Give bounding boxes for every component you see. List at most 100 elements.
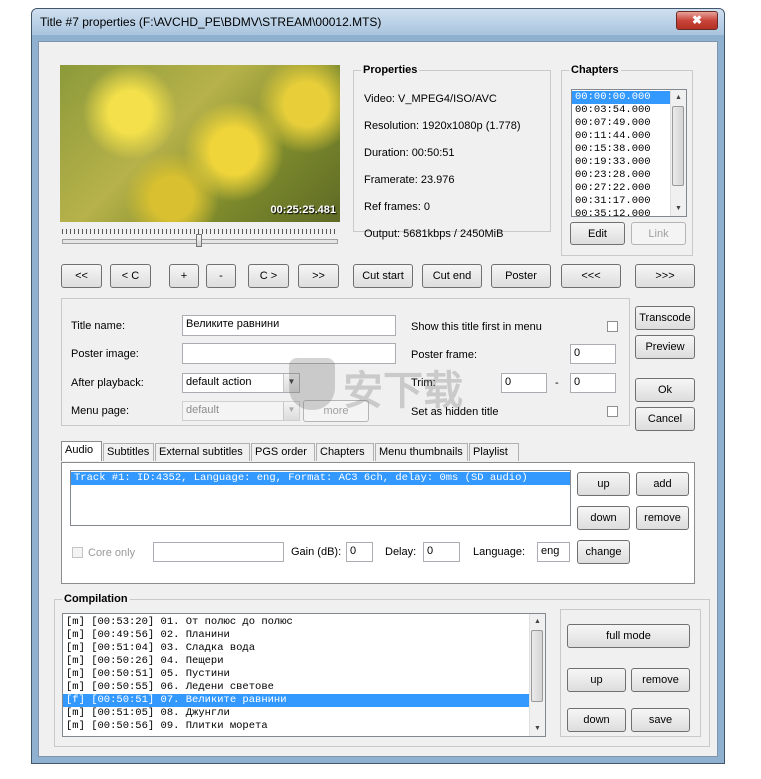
chapter-list-item[interactable]: 00:23:28.000 <box>572 169 686 182</box>
language-change-button[interactable]: change <box>577 540 630 564</box>
menu-page-select[interactable]: default ▼ <box>182 401 300 421</box>
core-only-checkbox[interactable] <box>72 547 83 558</box>
compilation-list[interactable]: [m] [00:53:20] 01. От полюс до полюс [m] … <box>62 613 546 737</box>
scroll-up-icon[interactable]: ▲ <box>671 90 686 105</box>
core-value-input[interactable] <box>153 542 284 562</box>
audio-down-button[interactable]: down <box>577 506 630 530</box>
tab-chapters[interactable]: Chapters <box>316 443 374 461</box>
poster-button[interactable]: Poster <box>491 264 551 288</box>
video-codec-text: Video: V_MPEG4/ISO/AVC <box>364 93 497 105</box>
compilation-list-item[interactable]: [m] [00:50:55] 06. Ледени светове <box>63 681 545 694</box>
language-input[interactable]: eng <box>537 542 570 562</box>
audio-up-button[interactable]: up <box>577 472 630 496</box>
title-name-input[interactable]: Великите равнини <box>182 315 396 336</box>
chapters-list[interactable]: 00:00:00.000 00:03:54.000 00:07:49.000 00:1… <box>571 89 687 217</box>
chapter-link-button[interactable]: Link <box>631 222 686 245</box>
scroll-up-icon[interactable]: ▲ <box>530 614 545 629</box>
title-bar[interactable]: Title #7 properties (F:\AVCHD_PE\BDMV\ST… <box>32 9 724 35</box>
trim-start-input[interactable]: 0 <box>501 373 547 393</box>
audio-add-button[interactable]: add <box>636 472 689 496</box>
audio-remove-button[interactable]: remove <box>636 506 689 530</box>
tab-pgs-order[interactable]: PGS order <box>251 443 315 461</box>
prev-chapter-button[interactable]: < C <box>110 264 151 288</box>
cut-start-button[interactable]: Cut start <box>353 264 413 288</box>
minus-button[interactable]: - <box>206 264 236 288</box>
chevron-down-icon[interactable]: ▼ <box>283 374 299 392</box>
show-first-label: Show this title first in menu <box>411 321 542 333</box>
menu-page-label: Menu page: <box>71 405 130 417</box>
chapter-list-item[interactable]: 00:11:44.000 <box>572 130 686 143</box>
cut-end-button[interactable]: Cut end <box>422 264 482 288</box>
compilation-remove-button[interactable]: remove <box>631 668 690 692</box>
ok-button[interactable]: Ok <box>635 378 695 402</box>
seek-slider-thumb[interactable] <box>196 234 202 247</box>
compilation-list-item[interactable]: [m] [00:50:56] 09. Плитки морета <box>63 720 545 733</box>
compilation-list-item[interactable]: [m] [00:53:20] 01. От полюс до полюс <box>63 616 545 629</box>
tab-external-subtitles[interactable]: External subtitles <box>155 443 250 461</box>
chapter-list-item[interactable]: 00:03:54.000 <box>572 104 686 117</box>
delay-input[interactable]: 0 <box>423 542 460 562</box>
scroll-thumb[interactable] <box>531 630 543 702</box>
show-first-checkbox[interactable] <box>607 321 618 332</box>
chapter-list-item[interactable]: 00:31:17.000 <box>572 195 686 208</box>
close-button[interactable]: ✖ <box>676 11 718 30</box>
tab-menu-thumbnails[interactable]: Menu thumbnails <box>375 443 468 461</box>
preview-button[interactable]: Preview <box>635 335 695 359</box>
after-playback-value: default action <box>186 376 252 388</box>
scroll-down-icon[interactable]: ▼ <box>530 721 545 736</box>
cancel-button[interactable]: Cancel <box>635 407 695 431</box>
compilation-down-button[interactable]: down <box>567 708 626 732</box>
delay-label: Delay: <box>385 546 417 558</box>
audio-track-list[interactable]: Track #1: ID:4352, Language: eng, Format… <box>70 470 571 526</box>
compilation-list-item[interactable]: [m] [00:49:56] 02. Планини <box>63 629 545 642</box>
compilation-list-item[interactable]: [m] [00:51:04] 03. Сладка вода <box>63 642 545 655</box>
trim-end-input[interactable]: 0 <box>570 373 616 393</box>
chapter-list-item[interactable]: 00:27:22.000 <box>572 182 686 195</box>
chapters-scrollbar[interactable]: ▲ ▼ <box>670 90 686 216</box>
compilation-up-button[interactable]: up <box>567 668 626 692</box>
tab-playlist[interactable]: Playlist <box>469 443 519 461</box>
chapter-list-item[interactable]: 00:15:38.000 <box>572 143 686 156</box>
poster-image-label: Poster image: <box>71 348 139 360</box>
plus-button[interactable]: + <box>169 264 199 288</box>
compilation-scrollbar[interactable]: ▲ ▼ <box>529 614 545 736</box>
compilation-list-item[interactable]: [f] [00:50:51] 07. Великите равнини <box>63 694 545 707</box>
gain-label: Gain (dB): <box>291 546 342 558</box>
menu-more-button[interactable]: more <box>303 400 369 422</box>
scroll-thumb[interactable] <box>672 106 684 186</box>
poster-frame-input[interactable]: 0 <box>570 344 616 364</box>
after-playback-label: After playback: <box>71 377 144 389</box>
prev-title-button[interactable]: <<< <box>561 264 621 288</box>
core-only-label: Core only <box>88 547 136 559</box>
audio-track-item[interactable]: Track #1: ID:4352, Language: eng, Format… <box>71 472 570 485</box>
gain-input[interactable]: 0 <box>346 542 373 562</box>
chapter-list-item[interactable]: 00:00:00.000 <box>572 91 686 104</box>
rewind-fast-button[interactable]: << <box>61 264 102 288</box>
dialog-client-area: 00:25:25.481 Properties Video: V_MPEG4/I… <box>38 41 718 757</box>
window-title: Title #7 properties (F:\AVCHD_PE\BDMV\ST… <box>40 15 382 29</box>
full-mode-button[interactable]: full mode <box>567 624 690 648</box>
compilation-list-item[interactable]: [m] [00:50:51] 05. Пустини <box>63 668 545 681</box>
chevron-down-icon[interactable]: ▼ <box>283 402 299 420</box>
poster-image-input[interactable] <box>182 343 396 364</box>
chapter-list-item[interactable]: 00:07:49.000 <box>572 117 686 130</box>
resolution-text: Resolution: 1920x1080p (1.778) <box>364 120 521 132</box>
compilation-list-item[interactable]: [m] [00:51:05] 08. Джунгли <box>63 707 545 720</box>
compilation-list-item[interactable]: [m] [00:50:26] 04. Пещери <box>63 655 545 668</box>
chapter-list-item[interactable]: 00:19:33.000 <box>572 156 686 169</box>
hidden-title-checkbox[interactable] <box>607 406 618 417</box>
compilation-save-button[interactable]: save <box>631 708 690 732</box>
next-title-button[interactable]: >>> <box>635 264 695 288</box>
chapter-list-item[interactable]: 00:35:12.000 <box>572 208 686 216</box>
forward-fast-button[interactable]: >> <box>298 264 339 288</box>
chapter-edit-button[interactable]: Edit <box>570 222 625 245</box>
transcode-button[interactable]: Transcode <box>635 306 695 330</box>
scroll-down-icon[interactable]: ▼ <box>671 201 686 216</box>
tab-subtitles[interactable]: Subtitles <box>103 443 154 461</box>
next-chapter-button[interactable]: C > <box>248 264 289 288</box>
after-playback-select[interactable]: default action ▼ <box>182 373 300 393</box>
poster-frame-label: Poster frame: <box>411 349 478 361</box>
tab-audio[interactable]: Audio <box>61 441 102 461</box>
menu-page-value: default <box>186 404 220 416</box>
compilation-heading: Compilation <box>62 593 130 605</box>
